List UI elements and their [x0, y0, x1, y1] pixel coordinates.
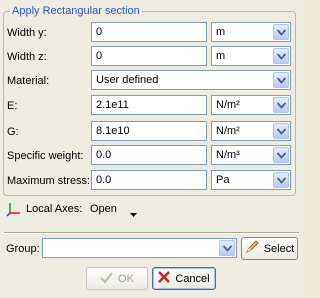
maximum-stress-unit-select[interactable]: Pa [211, 170, 291, 190]
chevron-down-icon[interactable] [273, 72, 289, 88]
caret-down-icon[interactable] [130, 208, 137, 220]
material-value: User defined [96, 74, 159, 86]
width-y-label: Width y: [7, 27, 47, 39]
material-label: Material: [7, 75, 50, 87]
width-z-input[interactable]: 0 [91, 46, 207, 66]
group-select[interactable] [42, 238, 237, 258]
width-z-unit-select[interactable]: m [211, 46, 291, 66]
chevron-down-icon[interactable] [219, 240, 235, 256]
e-unit-value: N/m² [216, 99, 240, 111]
width-y-unit-value: m [216, 26, 226, 38]
checkmark-icon [100, 271, 113, 286]
chevron-down-icon[interactable] [273, 24, 289, 40]
maximum-stress-unit-value: Pa [216, 174, 230, 186]
width-y-input[interactable]: 0 [91, 22, 207, 42]
maximum-stress-input[interactable]: 0.0 [91, 170, 207, 190]
local-axes-toggle[interactable]: Local Axes: Open [6, 201, 146, 219]
axes-icon [6, 201, 22, 220]
g-input[interactable]: 8.1e10 [91, 121, 207, 141]
chevron-down-icon[interactable] [273, 147, 289, 163]
separator [4, 232, 299, 234]
dialog: Apply Rectangular section Width y: 0 m W… [0, 0, 303, 298]
pencil-icon [245, 240, 259, 257]
width-z-unit-value: m [216, 50, 226, 62]
e-label: E: [7, 100, 18, 112]
ok-button[interactable]: OK [86, 267, 148, 290]
e-unit-select[interactable]: N/m² [211, 95, 291, 115]
groupbox-title: Apply Rectangular section [10, 4, 142, 18]
group-label: Group: [6, 243, 40, 255]
local-axes-state[interactable]: Open [90, 203, 117, 215]
maximum-stress-label: Maximum stress: [7, 175, 91, 187]
specific-weight-label: Specific weight: [7, 150, 84, 162]
e-input[interactable]: 2.1e11 [91, 95, 207, 115]
chevron-down-icon[interactable] [273, 97, 289, 113]
cancel-button[interactable]: Cancel [152, 267, 216, 290]
specific-weight-unit-select[interactable]: N/m³ [211, 145, 291, 165]
width-z-label: Width z: [7, 51, 47, 63]
select-button-label: Select [263, 242, 295, 255]
g-label: G: [7, 126, 19, 138]
ok-button-label: OK [118, 272, 134, 285]
chevron-down-icon[interactable] [273, 48, 289, 64]
local-axes-label: Local Axes: [26, 203, 83, 215]
g-unit-select[interactable]: N/m² [211, 121, 291, 141]
chevron-down-icon[interactable] [273, 172, 289, 188]
specific-weight-unit-value: N/m³ [216, 149, 240, 161]
g-unit-value: N/m² [216, 125, 240, 137]
select-button[interactable]: Select [241, 237, 298, 260]
material-select[interactable]: User defined [91, 70, 291, 90]
specific-weight-input[interactable]: 0.0 [91, 145, 207, 165]
x-mark-icon [158, 271, 171, 286]
cancel-button-label: Cancel [175, 272, 210, 285]
width-y-unit-select[interactable]: m [211, 22, 291, 42]
chevron-down-icon[interactable] [273, 123, 289, 139]
